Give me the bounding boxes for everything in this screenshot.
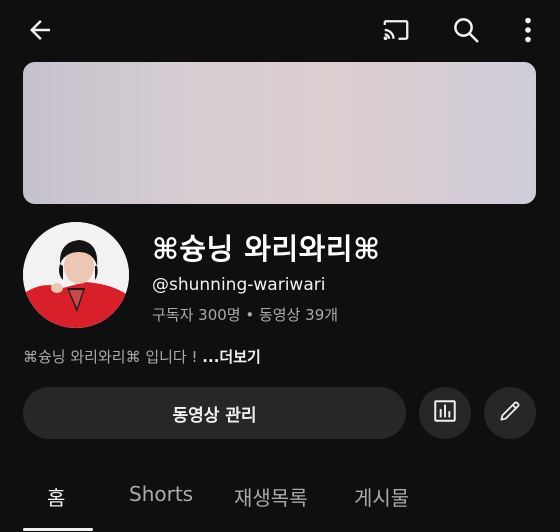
edit-pencil-icon bbox=[497, 398, 523, 428]
description-text: ⌘슝닝 와리와리⌘ 입니다 ! bbox=[23, 348, 203, 366]
channel-handle: @shunning-wariwari bbox=[152, 275, 326, 295]
channel-banner bbox=[23, 62, 536, 204]
analytics-button[interactable] bbox=[419, 387, 471, 439]
search-icon[interactable] bbox=[446, 10, 486, 50]
channel-stats: 구독자 300명 • 동영상 39개 bbox=[152, 306, 339, 324]
top-app-bar bbox=[0, 0, 560, 60]
manage-videos-button[interactable]: 동영상 관리 bbox=[23, 387, 406, 439]
analytics-icon bbox=[432, 398, 458, 428]
channel-tabs: 홈 Shorts 재생목록 게시물 bbox=[0, 470, 560, 532]
channel-description[interactable]: ⌘슝닝 와리와리⌘ 입니다 ! ...더보기 bbox=[23, 346, 261, 367]
back-arrow-icon[interactable] bbox=[20, 10, 60, 50]
more-vert-icon[interactable] bbox=[510, 10, 546, 50]
tab-shorts[interactable]: Shorts bbox=[129, 482, 193, 506]
active-tab-indicator bbox=[23, 528, 93, 531]
channel-avatar[interactable] bbox=[23, 222, 129, 328]
tab-home[interactable]: 홈 bbox=[47, 482, 65, 511]
channel-name: ⌘슝닝 와리와리⌘ bbox=[152, 232, 381, 266]
more-link[interactable]: ...더보기 bbox=[202, 348, 261, 366]
cast-icon[interactable] bbox=[376, 10, 416, 50]
tab-playlists[interactable]: 재생목록 bbox=[234, 482, 308, 511]
edit-button[interactable] bbox=[484, 387, 536, 439]
tab-posts[interactable]: 게시물 bbox=[354, 482, 409, 511]
